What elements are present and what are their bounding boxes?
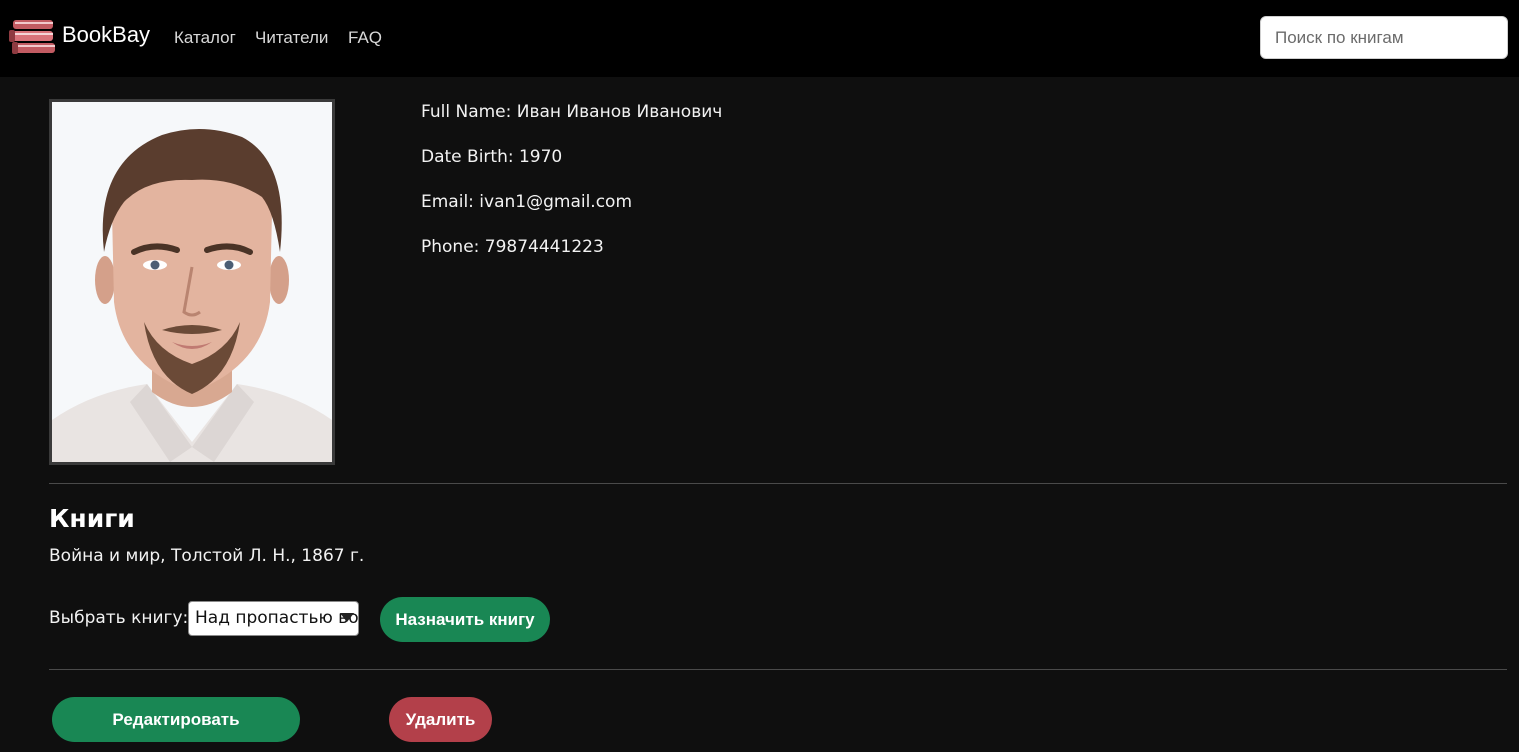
edit-button[interactable]: Редактировать	[52, 697, 300, 742]
email: Email: ivan1@gmail.com	[421, 192, 633, 212]
books-icon[interactable]	[9, 18, 57, 56]
phone: Phone: 79874441223	[421, 237, 604, 257]
brand-name[interactable]: BookBay	[62, 22, 150, 48]
divider	[49, 669, 1507, 670]
delete-button[interactable]: Удалить	[389, 697, 492, 742]
nav-link-faq[interactable]: FAQ	[348, 28, 382, 48]
book-list-item: Война и мир, Толстой Л. Н., 1867 г.	[49, 546, 365, 566]
book-select[interactable]: Над пропастью во ржи	[188, 601, 359, 636]
date-birth: Date Birth: 1970	[421, 147, 563, 167]
nav-link-catalog[interactable]: Каталог	[174, 28, 236, 48]
reader-photo	[49, 99, 335, 465]
chevron-down-icon	[340, 613, 354, 622]
search-input[interactable]	[1260, 16, 1508, 59]
divider	[49, 483, 1507, 484]
nav-link-readers[interactable]: Читатели	[255, 28, 328, 48]
navbar: BookBay Каталог Читатели FAQ	[0, 0, 1519, 77]
books-section-title: Книги	[49, 504, 135, 533]
assign-book-button[interactable]: Назначить книгу	[380, 597, 550, 642]
full-name: Full Name: Иван Иванов Иванович	[421, 102, 723, 122]
book-select-value: Над пропастью во ржи	[195, 608, 359, 628]
select-book-label: Выбрать книгу:	[49, 608, 189, 628]
